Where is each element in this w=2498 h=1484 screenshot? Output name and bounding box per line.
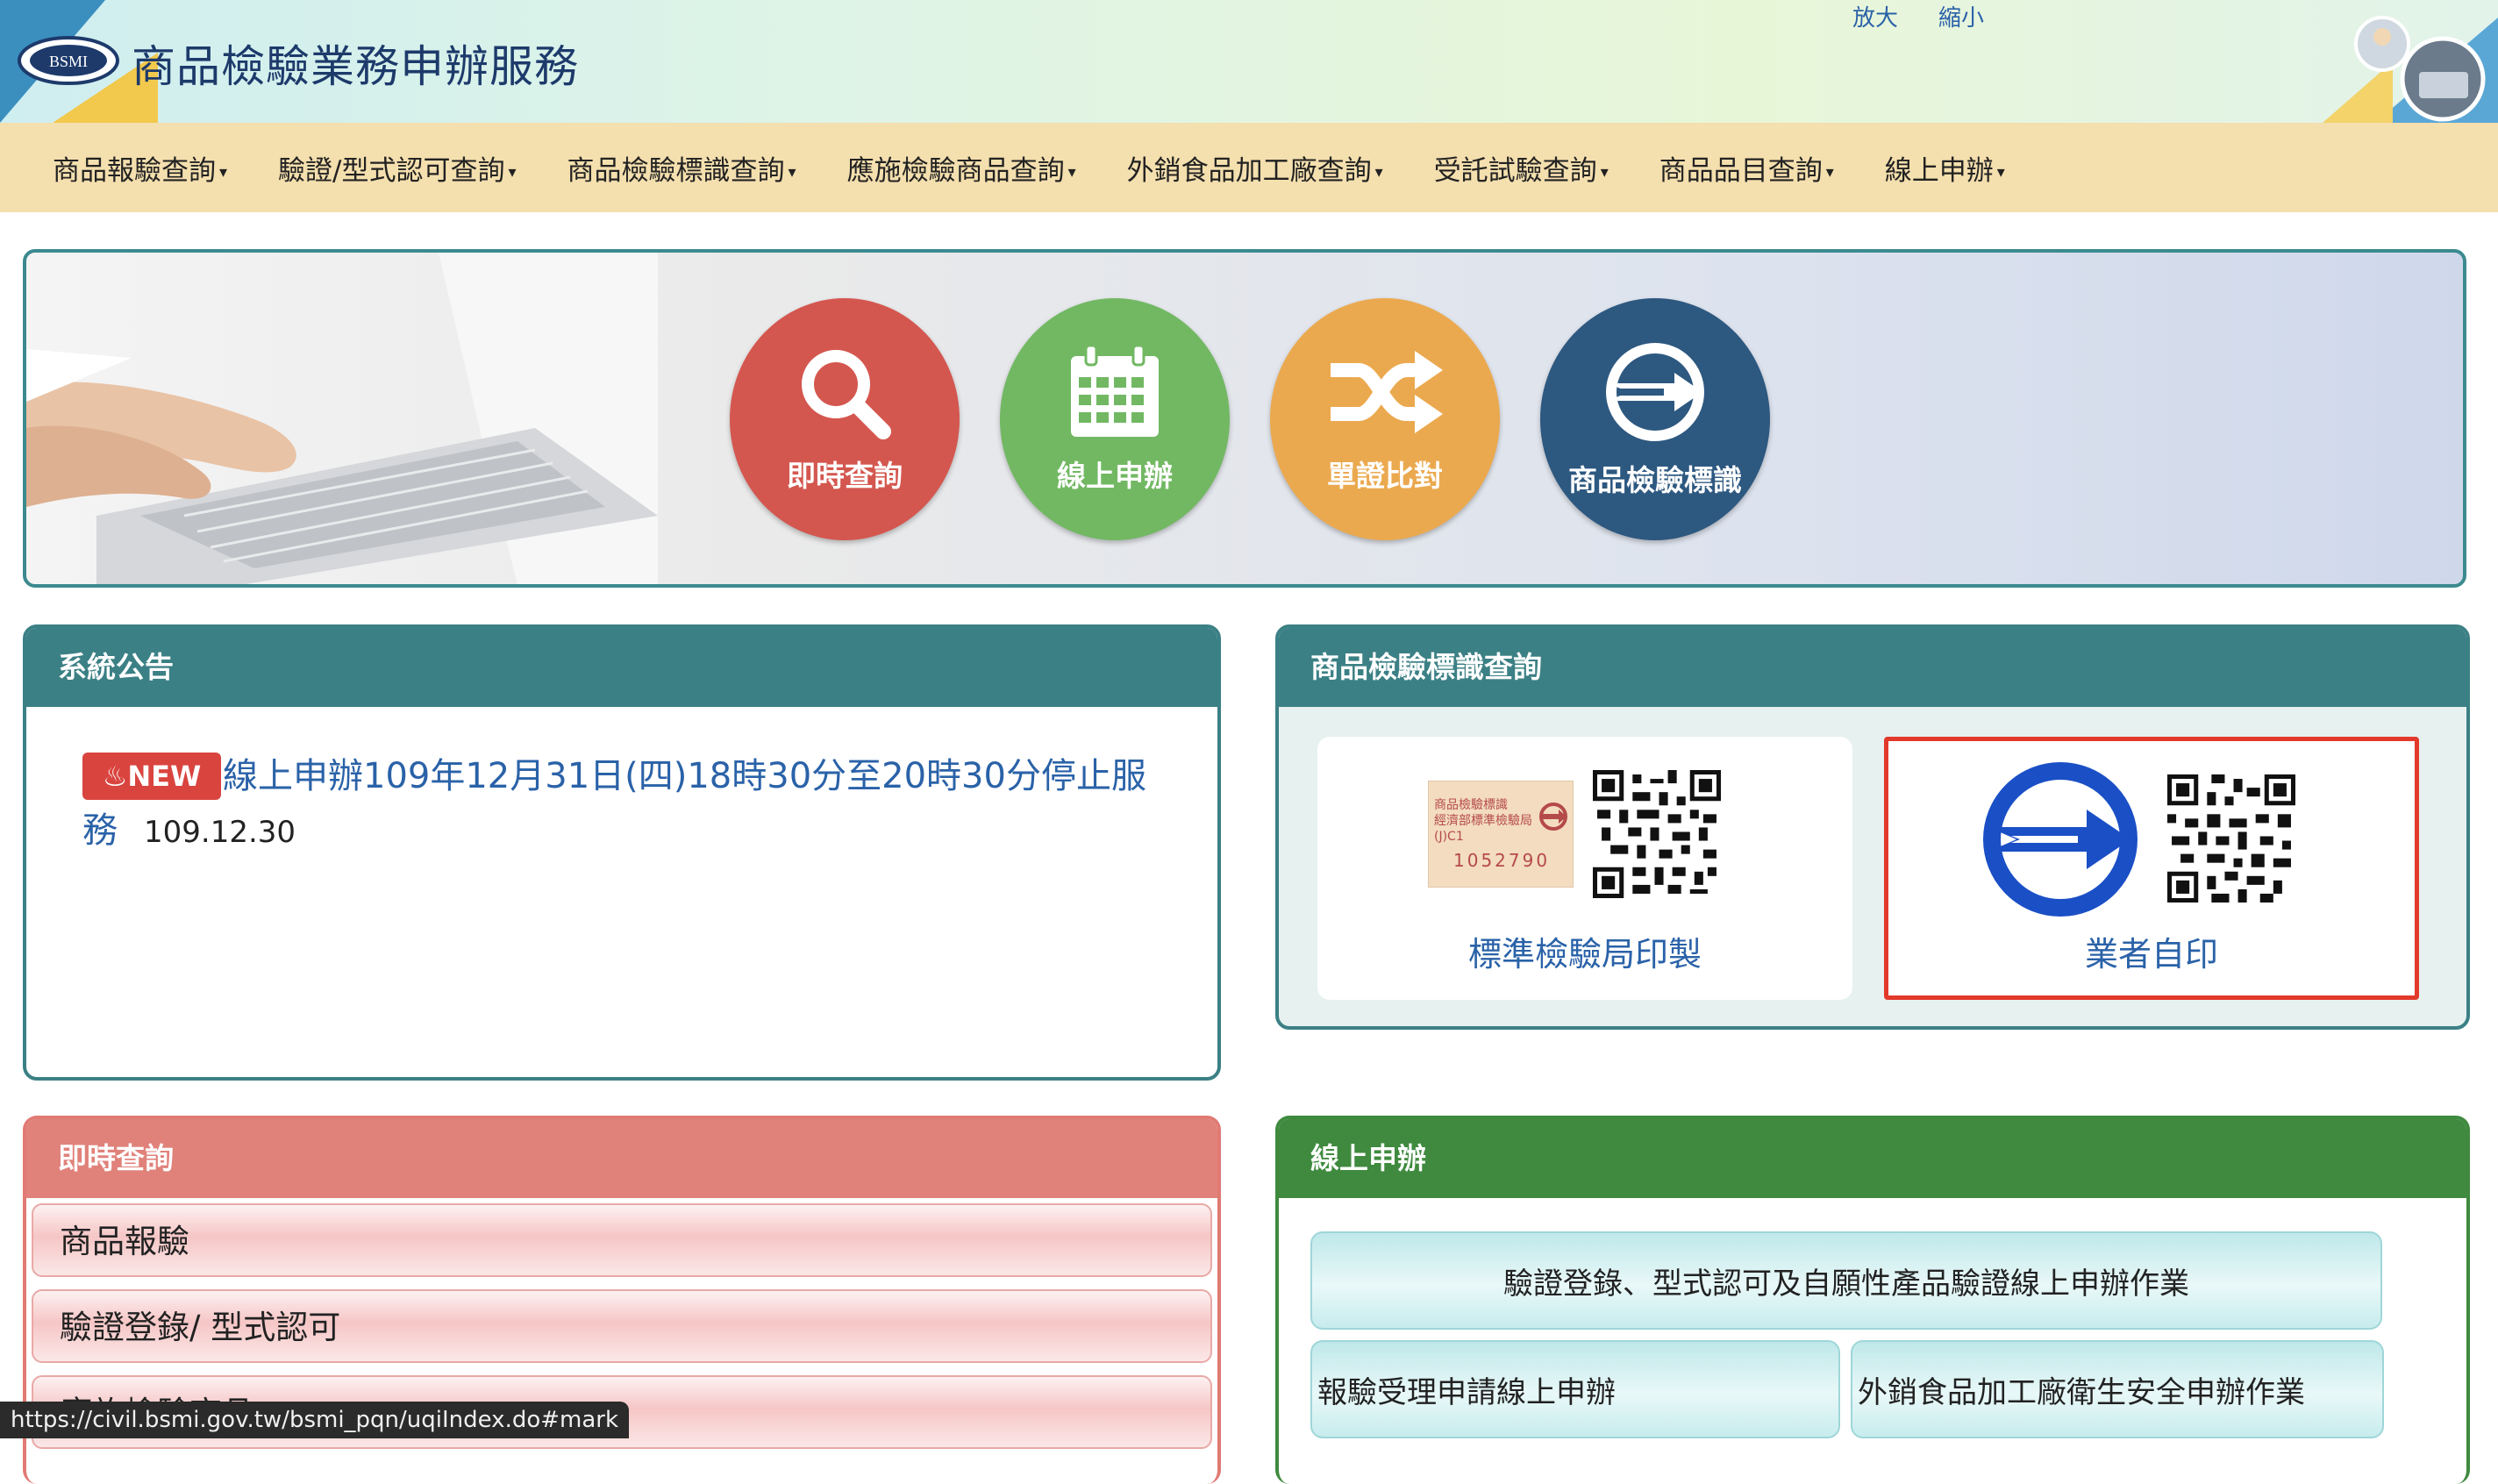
- nav-item-label: 商品報驗查詢: [53, 154, 216, 187]
- self-printed-mark-card[interactable]: 業者自印: [1884, 737, 2419, 1000]
- instant-query-button[interactable]: 即時查詢: [730, 298, 960, 540]
- calendar-icon: [1071, 344, 1159, 437]
- online-item-food-factory[interactable]: 外銷食品加工廠衛生安全申辦作業: [1851, 1340, 2384, 1438]
- laptop-typing-illustration: [26, 253, 658, 584]
- nav-item-food-factory-query[interactable]: 外銷食品加工廠查詢 ▾: [1127, 148, 1383, 188]
- mark-query-title: 商品檢驗標識查詢: [1279, 628, 2466, 707]
- caret-down-icon: ▾: [788, 162, 796, 182]
- caret-down-icon: ▾: [1996, 162, 2005, 182]
- bsmi-mark-icon: [1539, 803, 1567, 831]
- nav-item-label: 商品品目查詢: [1659, 154, 1823, 187]
- mark-query-panel: 商品檢驗標識查詢 商品檢驗標識 經濟部標準檢驗局 (J)C1 1052790 標…: [1275, 624, 2470, 1030]
- bsmi-mark-icon: [1606, 343, 1704, 441]
- online-apply-label: 線上申辦: [1057, 459, 1173, 493]
- self-printed-caption: 業者自印: [2084, 935, 2218, 974]
- qr-code-icon: [1593, 770, 1721, 898]
- announcements-panel: 系統公告 ♨NEW 線上申辦109年12月31日(四)18時30分至20時30分…: [23, 624, 1221, 1081]
- hero-banner: 即時查詢 線上申辦 單證比對 商品檢驗標識: [23, 249, 2466, 588]
- shuffle-icon: [1331, 351, 1443, 433]
- caret-down-icon: ▾: [1600, 162, 1609, 182]
- printed-mark-line: 商品檢驗標識: [1434, 798, 1508, 812]
- document-compare-button[interactable]: 單證比對: [1270, 298, 1500, 540]
- caret-down-icon: ▾: [1067, 162, 1076, 182]
- search-icon: [802, 350, 891, 439]
- announcement-item: 線上申辦109年12月31日(四)18時30分至20時30分停止服務 109.12…: [82, 749, 1161, 860]
- logo-text: BSMI: [49, 53, 88, 70]
- online-item-certification[interactable]: 驗證登錄、型式認可及自願性產品驗證線上申辦作業: [1310, 1231, 2382, 1330]
- nav-item-inspection-query[interactable]: 商品報驗查詢 ▾: [53, 148, 227, 188]
- nav-item-mark-query[interactable]: 商品檢驗標識查詢 ▾: [567, 148, 796, 188]
- instant-query-panel-title: 即時查詢: [26, 1119, 1217, 1198]
- nav-item-product-category-query[interactable]: 商品品目查詢 ▾: [1659, 148, 1834, 188]
- announcements-title: 系統公告: [26, 628, 1217, 707]
- nav-item-certification-query[interactable]: 驗證/型式認可查詢 ▾: [278, 148, 517, 188]
- nav-item-regulated-goods-query[interactable]: 應施檢驗商品查詢 ▾: [847, 148, 1076, 188]
- nav-item-label: 受託試驗查詢: [1433, 154, 1597, 187]
- bsmi-logo[interactable]: BSMI: [16, 33, 121, 88]
- document-compare-label: 單證比對: [1327, 459, 1443, 493]
- online-item-label: 外銷食品加工廠衛生安全申辦作業: [1858, 1374, 2305, 1410]
- bsmi-printed-caption: 標準檢驗局印製: [1467, 935, 1702, 974]
- nav-item-label: 應施檢驗商品查詢: [846, 154, 1065, 187]
- online-item-label: 報驗受理申請線上申辦: [1317, 1374, 1616, 1410]
- online-item-label: 驗證登錄、型式認可及自願性產品驗證線上申辦作業: [1503, 1266, 2189, 1302]
- font-enlarge-link[interactable]: 放大: [1852, 0, 1898, 32]
- query-item-inspection[interactable]: 商品報驗: [32, 1203, 1212, 1277]
- header-photo-icon: [2354, 16, 2486, 122]
- inspection-mark-button[interactable]: 商品檢驗標識: [1540, 298, 1770, 540]
- nav-item-label: 線上申辦: [1884, 154, 1994, 187]
- online-apply-panel-title: 線上申辦: [1279, 1119, 2466, 1198]
- nav-item-commissioned-test-query[interactable]: 受託試驗查詢 ▾: [1434, 148, 1609, 188]
- nav-item-label: 外銷食品加工廠查詢: [1126, 154, 1372, 187]
- site-title: 商品檢驗業務申辦服務: [132, 41, 579, 92]
- nav-item-label: 商品檢驗標識查詢: [567, 154, 785, 187]
- site-header: BSMI 商品檢驗業務申辦服務 放大 縮小: [0, 0, 2498, 123]
- announcements-body: ♨NEW 線上申辦109年12月31日(四)18時30分至20時30分停止服務 1…: [26, 707, 1217, 1075]
- printed-mark-line: (J)C1: [1434, 830, 1464, 844]
- printed-mark-label-image: 商品檢驗標識 經濟部標準檢驗局 (J)C1 1052790: [1428, 781, 1574, 888]
- inspection-mark-label: 商品檢驗標識: [1568, 463, 1742, 497]
- online-item-inspection-application[interactable]: 報驗受理申請線上申辦: [1310, 1340, 1840, 1438]
- caret-down-icon: ▾: [1825, 162, 1834, 182]
- browser-status-bar: https://civil.bsmi.gov.tw/bsmi_pqn/uqiIn…: [0, 1402, 630, 1438]
- caret-down-icon: ▾: [219, 162, 228, 182]
- printed-mark-number: 1052790: [1453, 850, 1551, 871]
- caret-down-icon: ▾: [508, 162, 517, 182]
- online-apply-button[interactable]: 線上申辦: [1000, 298, 1230, 540]
- nav-item-online-apply[interactable]: 線上申辦 ▾: [1885, 148, 2005, 188]
- qr-code-icon: [2167, 774, 2295, 903]
- online-apply-panel: 線上申辦 驗證登錄、型式認可及自願性產品驗證線上申辦作業 報驗受理申請線上申辦 …: [1275, 1116, 2470, 1484]
- printed-mark-line: 經濟部標準檢驗局: [1434, 814, 1532, 828]
- caret-down-icon: ▾: [1374, 162, 1383, 182]
- nav-item-label: 驗證/型式認可查詢: [278, 154, 505, 187]
- query-item-certification[interactable]: 驗證登錄/ 型式認可: [32, 1289, 1212, 1363]
- main-nav: 商品報驗查詢 ▾ 驗證/型式認可查詢 ▾ 商品檢驗標識查詢 ▾ 應施檢驗商品查詢 ▾ 外…: [0, 123, 2498, 212]
- instant-query-label: 即時查詢: [787, 459, 903, 493]
- announcement-date: 109.12.30: [144, 815, 296, 850]
- bsmi-printed-mark-card[interactable]: 商品檢驗標識 經濟部標準檢驗局 (J)C1 1052790 標準檢驗局印製: [1317, 737, 1852, 1000]
- font-shrink-link[interactable]: 縮小: [1938, 0, 1984, 32]
- bsmi-mark-icon: [1983, 762, 2138, 917]
